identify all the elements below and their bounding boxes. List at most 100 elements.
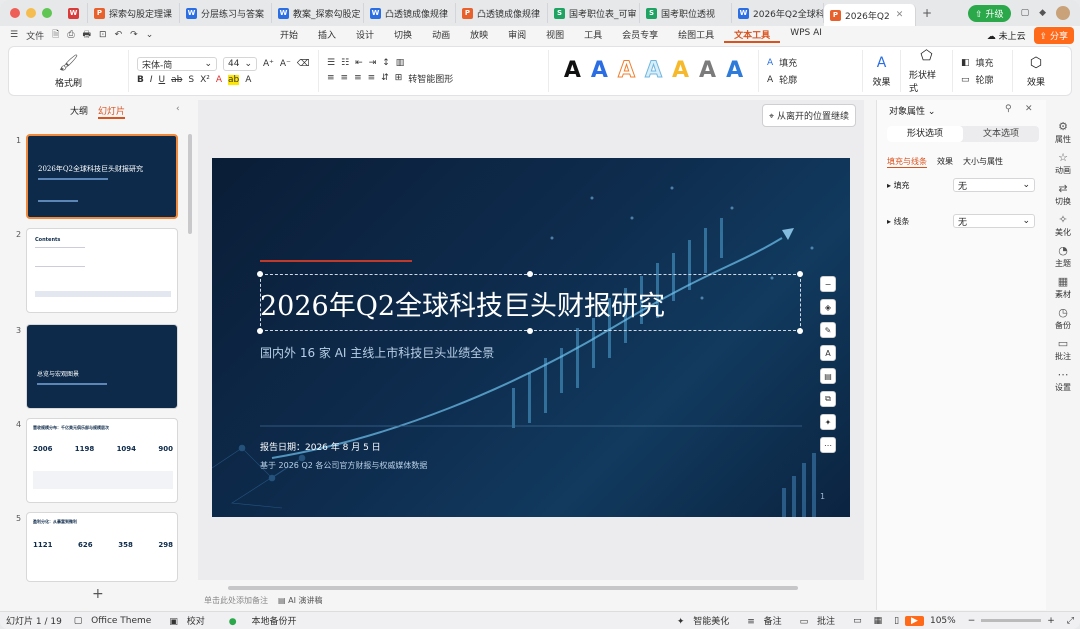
format-painter-icon[interactable]: 🖌 (58, 53, 78, 72)
text-style-7-icon[interactable]: A (722, 56, 747, 86)
rail-transition[interactable]: ⇄ 切换 (1055, 182, 1071, 207)
text-style-6-icon[interactable]: A (695, 56, 720, 86)
font-color-icon[interactable]: A (216, 75, 222, 85)
tab-transition[interactable]: 切换 (384, 28, 422, 43)
rail-comment[interactable]: ▭ 批注 (1055, 337, 1071, 362)
more-icon[interactable]: ⌄ (146, 30, 154, 40)
new-tab-icon[interactable]: + (916, 6, 938, 20)
slide-thumbnail-2[interactable]: Contents (26, 228, 178, 313)
ai-icon[interactable]: ✦ (820, 414, 836, 430)
cloud-status[interactable]: ☁ 未上云 (987, 29, 1026, 42)
export-icon[interactable]: ⎙ (67, 30, 74, 40)
shape-outline-button[interactable]: 轮廓 (976, 73, 994, 86)
resume-button[interactable]: ⌖ 从离开的位置继续 (762, 104, 856, 127)
theme-indicator[interactable]: ▢ Office Theme (68, 616, 164, 626)
pin-icon[interactable]: ⚲ (1005, 104, 1012, 114)
undo-icon[interactable]: ↶ (115, 30, 123, 40)
shape-effect-icon[interactable]: ⬡ (1030, 55, 1042, 71)
save-icon[interactable]: 🗎 (52, 27, 59, 43)
slide-thumbnail-3[interactable]: 总览与宏观图景 (26, 324, 178, 409)
tab-text-tools[interactable]: 文本工具 (724, 28, 781, 43)
indent-decrease-icon[interactable]: ⇤ (355, 58, 363, 68)
close-tab-icon[interactable]: ✕ (896, 10, 904, 20)
format-painter-button[interactable]: 格式刷 (55, 76, 82, 89)
font-shrink-icon[interactable]: A⁻ (280, 59, 291, 69)
slide-source[interactable]: 基于 2026 Q2 各公司官方财报与权威媒体数据 (260, 460, 427, 471)
normal-view-icon[interactable]: ▭ (847, 616, 868, 626)
clear-format-icon[interactable]: ⌫ (297, 59, 310, 69)
slide-subtitle[interactable]: 国内外 16 家 AI 主线上市科技巨头业绩全景 (260, 344, 494, 361)
print-icon[interactable]: 🖶 (83, 27, 92, 43)
zoom-level[interactable]: 105% (924, 616, 962, 626)
properties-title[interactable]: 对象属性 ⌄ (889, 104, 935, 117)
zoom-out-icon[interactable]: − (962, 616, 982, 626)
file-menu[interactable]: 文件 (26, 29, 44, 42)
tab-doc-active[interactable]: P 2026年Q2 ✕ (824, 4, 916, 26)
tab-doc-3[interactable]: W 教案_探索勾股定 (272, 3, 364, 23)
rail-settings[interactable]: ⋯ 设置 (1055, 368, 1071, 393)
fill-line-subtab[interactable]: 填充与线条 (887, 156, 927, 168)
rail-assets[interactable]: ▦ 素材 (1055, 275, 1071, 300)
tab-tools[interactable]: 工具 (574, 28, 612, 43)
text-effect-button[interactable]: 效果 (872, 75, 890, 88)
highlight-icon[interactable]: ab (228, 75, 240, 85)
tab-home[interactable]: 开始 (270, 28, 308, 43)
avatar[interactable] (1056, 6, 1070, 20)
resize-handle[interactable] (257, 328, 263, 334)
close-panel-icon[interactable]: ✕ (1025, 104, 1033, 114)
font-size-select[interactable]: 44 ⌄ (223, 57, 257, 71)
superscript-button[interactable]: X² (200, 75, 210, 85)
fill-select[interactable]: 无 ⌄ (953, 178, 1035, 192)
text-effect-icon[interactable]: A (245, 75, 251, 85)
shape-effect-button[interactable]: 效果 (1027, 75, 1045, 88)
layers-icon[interactable]: ◈ (820, 299, 836, 315)
slide-thumbnail-5[interactable]: 盈利分化：从暴富到微利 1121 626 358 298 (26, 512, 178, 582)
tab-design[interactable]: 设计 (346, 28, 384, 43)
tab-doc-7[interactable]: S 国考职位透视 (640, 3, 732, 23)
justify-icon[interactable]: ≡ (368, 73, 376, 83)
text-style-1-icon[interactable]: A (560, 56, 585, 86)
minus-icon[interactable]: − (820, 276, 836, 292)
zoom-slider[interactable] (981, 619, 1042, 622)
tab-doc-1[interactable]: P 探索勾股定理课 (88, 3, 180, 23)
tab-drawing-tools[interactable]: 绘图工具 (668, 28, 724, 43)
shape-options-tab[interactable]: 形状选项 (887, 126, 963, 142)
outline-tab[interactable]: 大纲 (70, 104, 88, 119)
text-fill-button[interactable]: 填充 (779, 56, 797, 69)
bold-button[interactable]: B (137, 75, 144, 85)
rail-animation[interactable]: ☆ 动画 (1055, 151, 1071, 176)
shape-fill-icon[interactable]: ◧ (961, 58, 970, 68)
slides-tab[interactable]: 幻灯片 (98, 104, 126, 119)
preview-icon[interactable]: ⊡ (99, 30, 107, 40)
pen-icon[interactable]: ✎ (820, 322, 836, 338)
resize-handle[interactable] (527, 271, 533, 277)
tab-wps-home[interactable]: W (62, 3, 88, 23)
rail-theme[interactable]: ◔ 主题 (1055, 244, 1071, 269)
cube-icon[interactable]: ◆ (1039, 8, 1046, 18)
align-right-icon[interactable]: ≡ (354, 73, 362, 83)
font-grow-icon[interactable]: A⁺ (263, 59, 274, 69)
indent-increase-icon[interactable]: ⇥ (369, 58, 377, 68)
shadow-button[interactable]: S (188, 75, 194, 85)
slide-canvas[interactable]: 2026年Q2全球科技巨头财报研究 国内外 16 家 AI 主线上市科技巨头业绩… (212, 158, 850, 517)
tab-doc-2[interactable]: W 分层练习与答案 (180, 3, 272, 23)
tab-doc-5[interactable]: P 凸透镜成像规律 (456, 3, 548, 23)
bullet-list-icon[interactable]: ☰ (327, 58, 335, 68)
resize-handle[interactable] (797, 271, 803, 277)
fill-icon[interactable]: ▤ (820, 368, 836, 384)
slide-date[interactable]: 报告日期：2026 年 8 月 5 日 (260, 440, 381, 453)
resize-handle[interactable] (797, 328, 803, 334)
notes-input[interactable]: 单击此处添加备注 (204, 595, 268, 606)
text-outline-button[interactable]: 轮廓 (779, 73, 797, 86)
tab-insert[interactable]: 插入 (308, 28, 346, 43)
proofing-button[interactable]: ▣ 校对 (163, 614, 216, 627)
tab-animation[interactable]: 动画 (422, 28, 460, 43)
slide-thumbnail-1[interactable]: 2026年Q2全球科技巨头财报研究 (26, 134, 178, 219)
line-section[interactable]: ▸ 线条 (887, 216, 910, 227)
minimize-window-button[interactable] (26, 8, 36, 18)
horizontal-scrollbar[interactable] (228, 586, 798, 590)
columns-icon[interactable]: ▥ (396, 58, 405, 68)
fill-section[interactable]: ▸ 填充 (887, 180, 910, 191)
comments-toggle[interactable]: ▭ 批注 (794, 614, 847, 627)
rail-properties[interactable]: ⚙ 属性 (1055, 120, 1071, 145)
